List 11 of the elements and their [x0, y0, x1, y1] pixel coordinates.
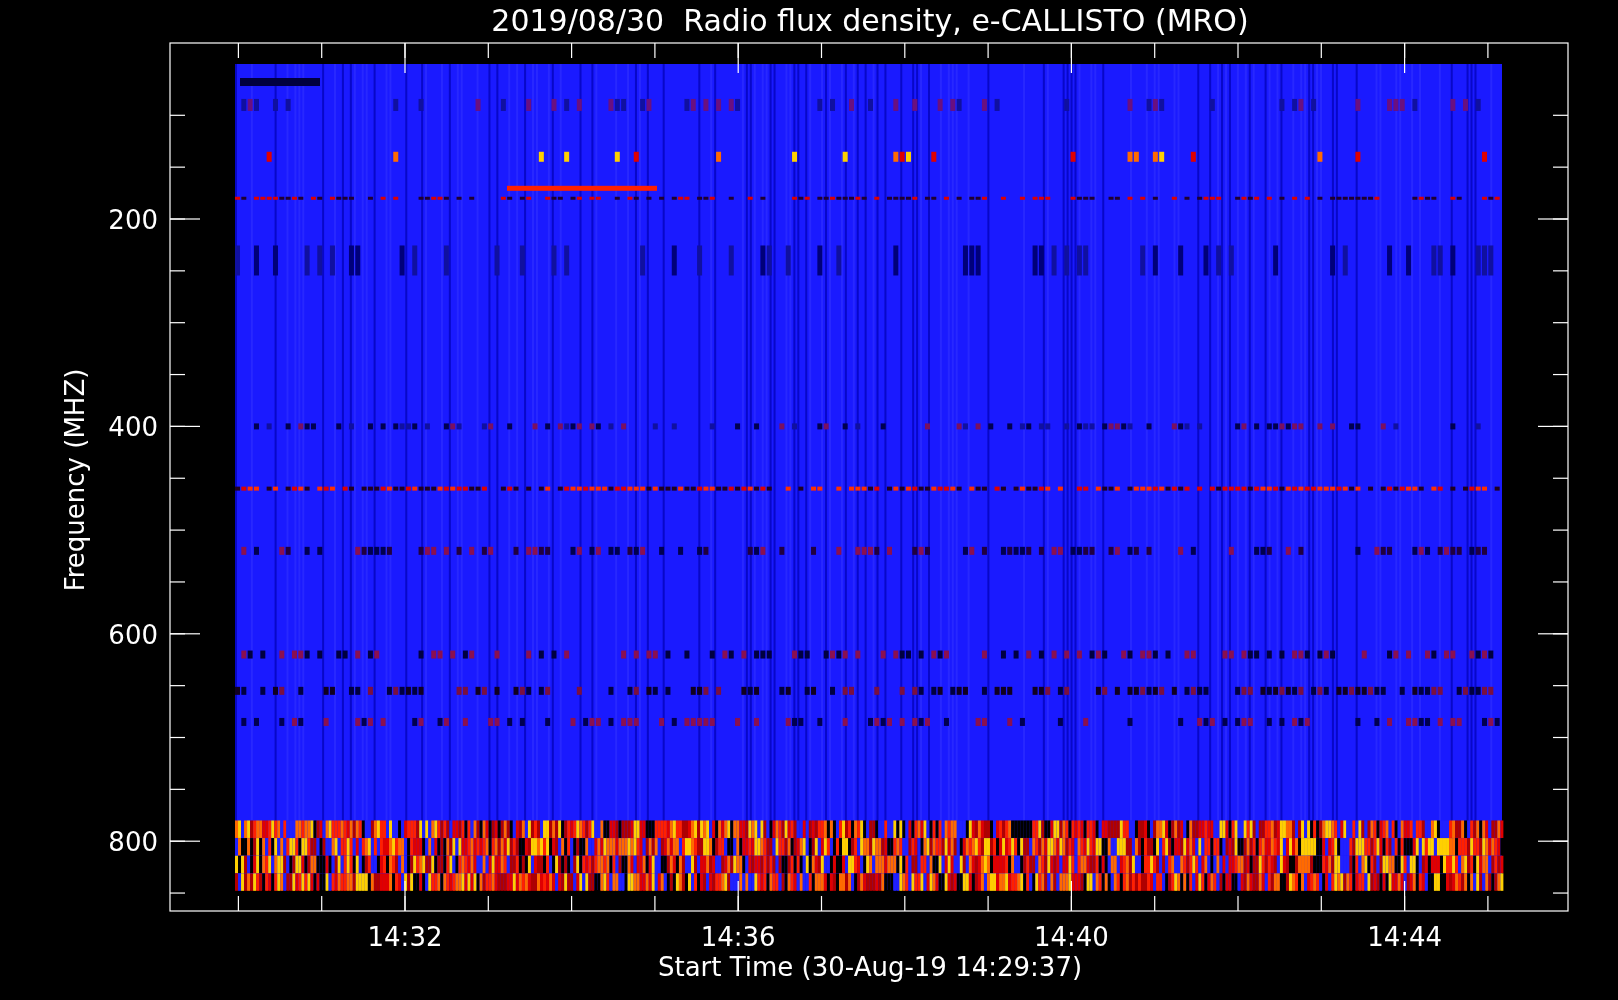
x-tick-label: 14:32 — [367, 922, 443, 952]
x-tick-label: 14:40 — [1033, 922, 1109, 952]
y-tick-label: 800 — [108, 827, 158, 858]
x-tick-label: 14:36 — [700, 922, 776, 952]
y-tick-label: 200 — [108, 205, 158, 235]
y-axis-label: Frequency (MHZ) — [60, 368, 90, 592]
y-tick-label: 400 — [108, 412, 158, 443]
x-axis-label: Start Time (30-Aug-19 14:29:37) — [657, 952, 1083, 982]
x-tick-label: 14:44 — [1367, 922, 1443, 952]
chart-title: 2019/08/30 Radio flux density, e-CALLISTO (MRO) — [491, 3, 1249, 38]
y-tick-label: 600 — [108, 619, 158, 650]
